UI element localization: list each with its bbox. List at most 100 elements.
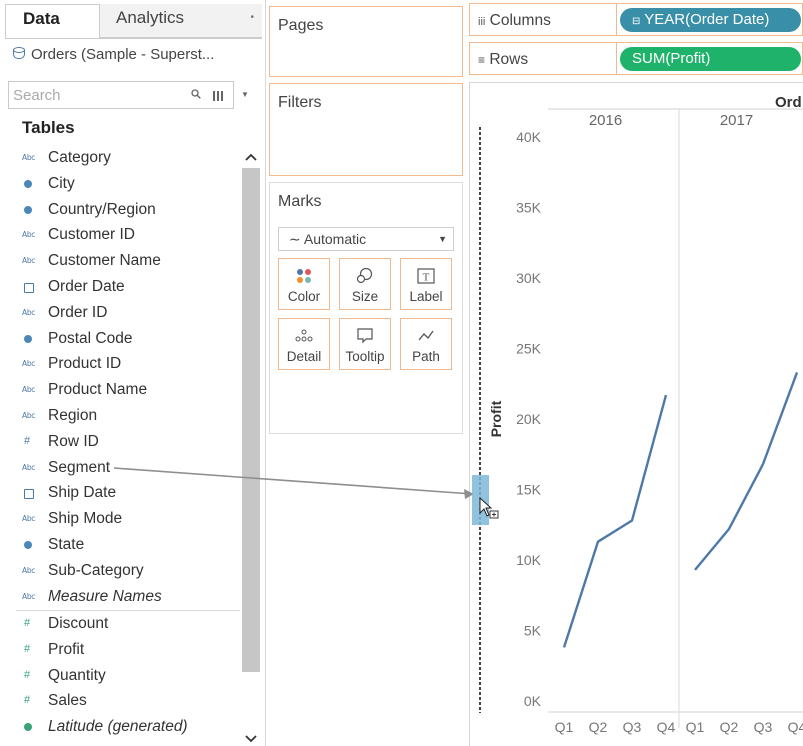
columns-icon: iii — [478, 16, 486, 28]
label-label: Label — [409, 289, 443, 304]
year-order-date-pill-label: YEAR(Order Date) — [644, 11, 770, 28]
tab-data[interactable]: Data — [5, 4, 100, 38]
detail-button[interactable]: Detail — [278, 318, 330, 370]
y-axis-label: Profit — [488, 400, 504, 437]
field-item-measure-names[interactable]: Abc Measure Names — [16, 584, 238, 610]
measure-list: # Discount # Profit # Quantity # Sales Latitude … — [16, 611, 238, 740]
field-label: Discount — [48, 615, 109, 632]
list-view-icon[interactable] — [212, 90, 224, 102]
abc-icon: Abc — [22, 230, 36, 240]
field-item-product-id[interactable]: Abc Product ID — [16, 351, 238, 377]
field-item-country-region[interactable]: Country/Region — [16, 197, 238, 223]
field-item-ship-mode[interactable]: Abc Ship Mode — [16, 506, 238, 532]
field-item-quantity[interactable]: # Quantity — [16, 663, 238, 689]
field-item-postal-code[interactable]: Postal Code — [16, 326, 238, 352]
field-label: Order Date — [48, 277, 125, 295]
y-tick-label: 20K — [516, 411, 542, 427]
mark-type-select[interactable]: ∼ Automatic ▼ — [278, 227, 454, 251]
y-tick-label: 10K — [516, 552, 542, 568]
field-item-latitude-generated[interactable]: Latitude (generated) — [16, 714, 238, 740]
field-label: Ship Mode — [48, 510, 123, 528]
datasource-item[interactable]: Orders (Sample - Superst... — [5, 38, 262, 72]
x-tick-label: Q4 — [657, 719, 676, 735]
field-label: Profit — [48, 640, 85, 658]
pages-shelf[interactable]: Pages — [269, 6, 463, 77]
tab-menu-icon[interactable]: • — [250, 4, 254, 32]
field-item-customer-id[interactable]: Abc Customer ID — [16, 222, 238, 248]
color-icon — [297, 269, 311, 283]
field-label: Region — [48, 406, 98, 424]
search-icon[interactable] — [191, 89, 201, 99]
abc-icon: Abc — [22, 565, 36, 575]
field-item-profit[interactable]: # Profit — [16, 637, 238, 663]
x-tick-label: Q1 — [686, 719, 705, 735]
path-icon — [418, 330, 434, 341]
path-button[interactable]: Path — [400, 318, 452, 370]
field-item-region[interactable]: Abc Region — [16, 403, 238, 429]
field-label: Product Name — [48, 381, 148, 399]
field-item-discount[interactable]: # Discount — [16, 611, 238, 637]
y-tick-label: 15K — [516, 482, 542, 498]
size-button[interactable]: Size — [339, 258, 391, 310]
field-label: State — [48, 535, 85, 553]
date-pill-icon: ⊟ — [632, 16, 641, 27]
search-input[interactable] — [13, 85, 183, 105]
field-item-state[interactable]: State — [16, 532, 238, 558]
field-item-segment[interactable]: Abc Segment — [16, 455, 238, 481]
number-icon: # — [24, 694, 31, 707]
scroll-up-icon[interactable] — [243, 150, 259, 164]
rows-shelf[interactable]: SUM(Profit) — [617, 42, 803, 75]
svg-text:T: T — [423, 272, 430, 284]
detail-label: Detail — [286, 349, 322, 364]
color-button[interactable]: Color — [278, 258, 330, 310]
columns-shelf[interactable]: ⊟ YEAR(Order Date) — [617, 3, 803, 36]
field-label: Country/Region — [48, 200, 156, 218]
profit-line-chart: Ord 0K 5K 10K 15K 20K 25K 30K 35K 40K Profit 2016 Q1… — [479, 94, 803, 735]
marks-title: Marks — [278, 193, 322, 210]
filters-shelf[interactable]: Filters — [269, 83, 463, 176]
chevron-down-icon[interactable]: ▼ — [241, 90, 249, 99]
field-label: Row ID — [48, 432, 99, 450]
scrollbar-thumb[interactable] — [242, 168, 260, 672]
tab-analytics[interactable]: Analytics • — [100, 4, 262, 38]
field-item-category[interactable]: Abc Category — [16, 145, 238, 171]
field-item-order-id[interactable]: Abc Order ID — [16, 300, 238, 326]
field-item-city[interactable]: City — [16, 171, 238, 197]
sum-profit-pill[interactable]: SUM(Profit) — [620, 47, 801, 71]
field-item-sub-category[interactable]: Abc Sub-Category — [16, 558, 238, 584]
x-tick-label: Q3 — [623, 719, 642, 735]
color-label: Color — [287, 289, 321, 304]
field-item-sales[interactable]: # Sales — [16, 688, 238, 714]
field-item-ship-date[interactable]: Ship Date — [16, 480, 238, 506]
field-label: City — [48, 174, 75, 192]
field-label: Customer ID — [48, 226, 135, 244]
series-line-2016 — [562, 394, 668, 648]
tables-header: Tables — [22, 118, 75, 137]
field-item-row-id[interactable]: # Row ID — [16, 429, 238, 455]
x-tick-label: Q2 — [589, 719, 608, 735]
scroll-down-icon[interactable] — [243, 733, 259, 745]
rows-label-text: Rows — [489, 51, 529, 68]
tooltip-button[interactable]: Tooltip — [339, 318, 391, 370]
size-label: Size — [351, 289, 379, 304]
x-tick-label: Q2 — [720, 719, 739, 735]
abc-icon: Abc — [22, 514, 36, 524]
abc-icon: Abc — [22, 256, 36, 266]
field-item-order-date[interactable]: Order Date — [16, 274, 238, 300]
year-order-date-pill[interactable]: ⊟ YEAR(Order Date) — [620, 8, 801, 32]
data-pane: Data Analytics • Orders (Sample - Supers… — [0, 0, 266, 746]
field-item-product-name[interactable]: Abc Product Name — [16, 377, 238, 403]
field-label: Order ID — [48, 303, 108, 321]
view-area[interactable]: Ord 0K 5K 10K 15K 20K 25K 30K 35K 40K Profit 2016 Q1… — [469, 82, 803, 746]
field-item-customer-name[interactable]: Abc Customer Name — [16, 248, 238, 274]
x-tick-label: Q3 — [754, 719, 773, 735]
label-button[interactable]: T Label — [400, 258, 452, 310]
number-icon: # — [24, 617, 31, 629]
mark-type-value: Automatic — [303, 231, 367, 247]
dimension-list: Abc Category City Country/Region Abc Customer… — [16, 145, 238, 609]
abc-icon: Abc — [22, 307, 36, 317]
field-label: Sub-Category — [48, 561, 144, 579]
chart-title: Ord — [775, 94, 802, 111]
number-icon: # — [24, 668, 31, 681]
y-tick-label: 35K — [516, 200, 542, 216]
